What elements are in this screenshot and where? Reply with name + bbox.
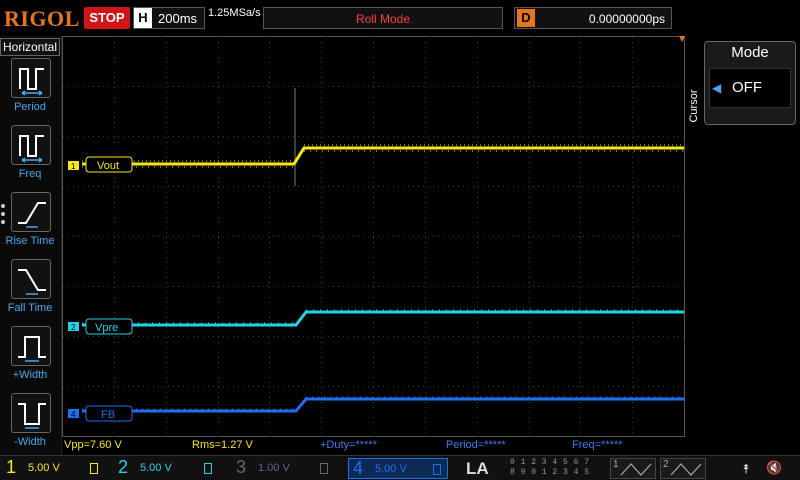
delay-letter: D: [517, 9, 535, 27]
top-status-bar: RIGOL STOP H 200ms 1.25MSa/s Roll Mode D…: [0, 0, 800, 36]
ch1-label: Vout: [97, 160, 119, 172]
measure-fall-time-button[interactable]: Fall Time: [0, 259, 60, 325]
negative-width-icon: [11, 393, 51, 433]
cursor-section-label: Cursor: [688, 89, 700, 123]
channel-4-coupling-icon: [433, 464, 441, 475]
rise-time-icon: [11, 192, 51, 232]
measure-menu-title: Horizontal: [0, 38, 60, 56]
cursor-mode-title: Mode: [731, 44, 769, 61]
measure-period[interactable]: Period=*****: [446, 439, 506, 451]
logic-analyzer-channels: 0 1 2 3 4 5 6 7 8 9 0 1 2 3 4 5: [510, 458, 590, 477]
fall-time-icon: [11, 259, 51, 299]
channel-1-scale: 5.00 V: [28, 462, 60, 474]
measure-negative-width-button[interactable]: -Width: [0, 393, 60, 459]
channel-3-status[interactable]: 3 1.00 V: [236, 457, 336, 479]
cursor-menu: Cursor Mode ◀ OFF: [686, 36, 800, 456]
cursor-mode-button[interactable]: Mode ◀ OFF: [704, 41, 796, 125]
ch4-label: FB: [101, 409, 115, 421]
delay-box[interactable]: D 0.00000000ps: [514, 7, 672, 29]
fall-time-label: Fall Time: [7, 302, 53, 314]
trigger-mode: Roll Mode: [355, 12, 411, 26]
negative-width-label: -Width: [14, 436, 46, 448]
measure-period-button[interactable]: Period: [0, 58, 60, 124]
svg-text:1: 1: [71, 162, 76, 171]
cursor-mode-value-box: ◀ OFF: [709, 68, 791, 108]
freq-icon: [11, 125, 51, 165]
positive-width-label: +Width: [12, 369, 48, 381]
channel-2-coupling-icon: [204, 463, 212, 474]
measurement-bar: Vpp=7.60 V Rms=1.27 V +Duty=***** Period…: [62, 438, 686, 454]
measure-menu: Horizontal Period Freq Rise Time Fall Ti…: [0, 36, 62, 456]
delay-value: 0.00000000ps: [588, 12, 665, 26]
measure-freq-button[interactable]: Freq: [0, 125, 60, 191]
channel-4-scale: 5.00 V: [375, 463, 407, 475]
run-stop-indicator[interactable]: STOP: [84, 7, 130, 29]
channel-status-bar: 1 5.00 V 2 5.00 V 3 1.00 V 4 5.00 V LA 0…: [0, 455, 800, 480]
rigol-logo: RIGOL: [4, 6, 80, 31]
channel-2-status[interactable]: 2 5.00 V: [118, 457, 218, 479]
measure-rise-time-button[interactable]: Rise Time: [0, 192, 60, 258]
measure-freq[interactable]: Freq=*****: [572, 439, 622, 451]
period-label: Period: [14, 101, 46, 113]
math-2-button[interactable]: 2: [660, 458, 706, 479]
positive-width-icon: [11, 326, 51, 366]
speaker-mute-icon[interactable]: 🔇: [766, 460, 782, 476]
channel-3-coupling-icon: [320, 463, 328, 474]
math-1-button[interactable]: 1: [610, 458, 656, 479]
logic-analyzer-button[interactable]: LA: [466, 459, 506, 478]
graticule-and-traces: 1 Vout 2 Vpre 4 FB: [62, 36, 685, 437]
svg-text:4: 4: [71, 410, 76, 419]
trigger-mode-box[interactable]: Roll Mode: [263, 7, 503, 29]
channel-2-scale: 5.00 V: [140, 462, 172, 474]
freq-label: Freq: [18, 168, 42, 180]
channel-4-status[interactable]: 4 5.00 V: [348, 458, 448, 479]
channel-1-coupling-icon: [90, 463, 98, 474]
ch2-label: Vpre: [95, 322, 118, 334]
usb-icon: ⯭: [742, 461, 750, 476]
channel-1-status[interactable]: 1 5.00 V: [6, 457, 106, 479]
timebase-value: 200ms: [158, 11, 198, 26]
horizontal-timebase-box[interactable]: H 200ms: [133, 7, 205, 29]
svg-text:2: 2: [71, 323, 76, 332]
measure-vpp[interactable]: Vpp=7.60 V: [64, 439, 122, 451]
cursor-mode-value: OFF: [732, 79, 762, 96]
channel-3-scale: 1.00 V: [258, 462, 290, 474]
waveform-display[interactable]: 1 Vout 2 Vpre 4 FB: [62, 36, 686, 438]
measure-rms[interactable]: Rms=1.27 V: [192, 439, 253, 451]
sample-rate: 1.25MSa/s: [208, 7, 261, 19]
period-icon: [11, 58, 51, 98]
measure-positive-width-button[interactable]: +Width: [0, 326, 60, 392]
left-arrow-icon: ◀: [712, 81, 722, 95]
horizontal-letter: H: [134, 8, 152, 28]
measure-duty[interactable]: +Duty=*****: [320, 439, 377, 451]
rise-time-label: Rise Time: [5, 235, 55, 247]
